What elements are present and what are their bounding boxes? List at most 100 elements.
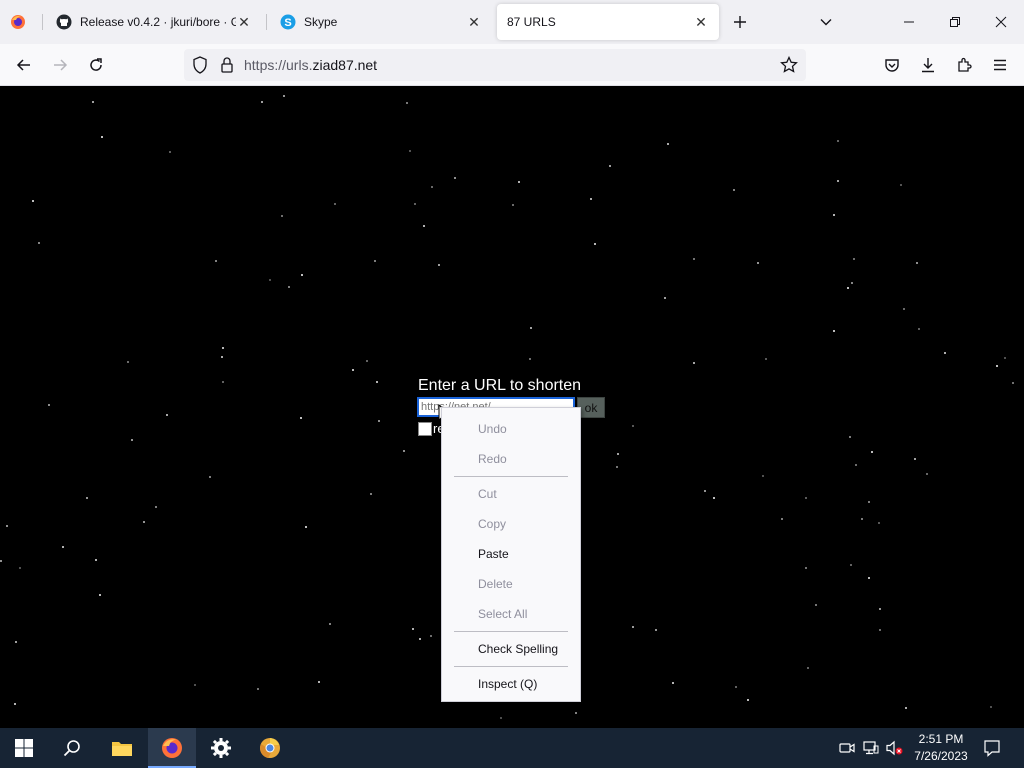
taskbar-firefox-button[interactable] — [148, 728, 196, 768]
star-dot — [990, 706, 992, 708]
ok-button[interactable]: ok — [577, 397, 605, 418]
file-explorer-button[interactable] — [98, 728, 146, 768]
forward-button[interactable] — [46, 51, 74, 79]
star-dot — [0, 560, 2, 562]
star-dot — [855, 464, 857, 466]
star-dot — [833, 214, 835, 216]
hamburger-icon — [994, 59, 1006, 71]
address-bar[interactable]: https://urls.ziad87.net — [184, 49, 806, 81]
menu-item-undo[interactable]: Undo — [442, 414, 580, 444]
star-dot — [143, 521, 145, 523]
firefox-icon — [162, 738, 182, 758]
menu-item-cut[interactable]: Cut — [442, 479, 580, 509]
tab-title: Release v0.4.2 · jkuri/bore · GitHub — [80, 15, 236, 29]
menu-separator — [454, 666, 568, 667]
search-button[interactable] — [48, 728, 96, 768]
url-text[interactable]: https://urls.ziad87.net — [244, 57, 377, 73]
lock-icon[interactable] — [220, 56, 234, 77]
star-dot — [713, 497, 715, 499]
start-icon — [15, 739, 33, 757]
star-dot — [86, 497, 88, 499]
star-dot — [837, 180, 839, 182]
star-dot — [664, 297, 666, 299]
star-dot — [833, 330, 835, 332]
plus-icon — [734, 16, 746, 28]
star-dot — [374, 260, 376, 262]
star-dot — [781, 518, 783, 520]
svg-text:S: S — [284, 17, 291, 29]
skype-icon: S — [280, 14, 296, 30]
tab-separator — [42, 14, 43, 30]
star-dot — [305, 526, 307, 528]
close-tab-icon[interactable]: ✕ — [236, 14, 252, 30]
bookmark-star-icon[interactable] — [780, 55, 798, 77]
downloads-button[interactable] — [914, 51, 942, 79]
taskbar: 2:51 PM 7/26/2023 — [0, 728, 1024, 768]
pocket-button[interactable] — [878, 51, 906, 79]
volume-muted-icon[interactable] — [886, 739, 904, 757]
list-all-tabs-button[interactable] — [812, 8, 840, 36]
github-icon — [56, 14, 72, 30]
star-dot — [632, 425, 634, 427]
tab-skype[interactable]: S Skype ✕ — [270, 4, 492, 40]
network-icon[interactable] — [862, 739, 880, 757]
menu-item-inspect[interactable]: Inspect (Q) — [442, 669, 580, 699]
minimize-button[interactable] — [895, 8, 923, 36]
star-dot — [575, 712, 577, 714]
star-dot — [334, 203, 336, 205]
menu-item-check-spelling[interactable]: Check Spelling — [442, 634, 580, 664]
tracking-protection-icon[interactable] — [192, 56, 208, 77]
menu-item-copy[interactable]: Copy — [442, 509, 580, 539]
star-dot — [438, 264, 440, 266]
star-dot — [403, 450, 405, 452]
download-icon — [922, 58, 934, 73]
maximize-button[interactable] — [941, 8, 969, 36]
menu-button[interactable] — [986, 51, 1014, 79]
back-button[interactable] — [10, 51, 38, 79]
notification-center-icon[interactable] — [983, 739, 1001, 757]
meet-now-icon[interactable] — [838, 739, 856, 757]
star-dot — [169, 151, 171, 153]
extensions-button[interactable] — [950, 51, 978, 79]
chrome-canary-button[interactable] — [246, 728, 294, 768]
checkbox[interactable] — [418, 422, 432, 436]
star-dot — [616, 466, 618, 468]
star-dot — [926, 473, 928, 475]
star-dot — [879, 608, 881, 610]
close-window-button[interactable] — [987, 8, 1015, 36]
tab-github[interactable]: Release v0.4.2 · jkuri/bore · GitHub ✕ — [46, 4, 262, 40]
menu-item-select-all[interactable]: Select All — [442, 599, 580, 629]
star-dot — [617, 453, 619, 455]
star-dot — [215, 260, 217, 262]
settings-button[interactable] — [197, 728, 245, 768]
star-dot — [15, 641, 17, 643]
taskbar-clock[interactable]: 2:51 PM 7/26/2023 — [904, 731, 978, 765]
star-dot — [281, 215, 283, 217]
url-prefix: https://urls. — [244, 57, 313, 73]
reload-button[interactable] — [82, 51, 110, 79]
star-dot — [19, 567, 21, 569]
tab-87-urls[interactable]: 87 URLS ✕ — [497, 4, 719, 40]
star-dot — [419, 638, 421, 640]
menu-item-paste[interactable]: Paste — [442, 539, 580, 569]
star-dot — [14, 703, 16, 705]
star-dot — [747, 699, 749, 701]
star-dot — [352, 369, 354, 371]
menu-item-delete[interactable]: Delete — [442, 569, 580, 599]
star-dot — [704, 490, 706, 492]
star-dot — [431, 186, 433, 188]
new-tab-button[interactable] — [726, 8, 754, 36]
firefox-view-button[interactable] — [0, 4, 42, 40]
start-button[interactable] — [0, 728, 48, 768]
close-tab-icon[interactable]: ✕ — [466, 14, 482, 30]
star-dot — [693, 362, 695, 364]
star-dot — [914, 458, 916, 460]
star-dot — [301, 274, 303, 276]
star-dot — [300, 417, 302, 419]
star-dot — [257, 688, 259, 690]
menu-item-redo[interactable]: Redo — [442, 444, 580, 474]
menu-separator — [454, 631, 568, 632]
star-dot — [805, 497, 807, 499]
close-tab-icon[interactable]: ✕ — [693, 14, 709, 30]
close-icon — [995, 16, 1007, 28]
